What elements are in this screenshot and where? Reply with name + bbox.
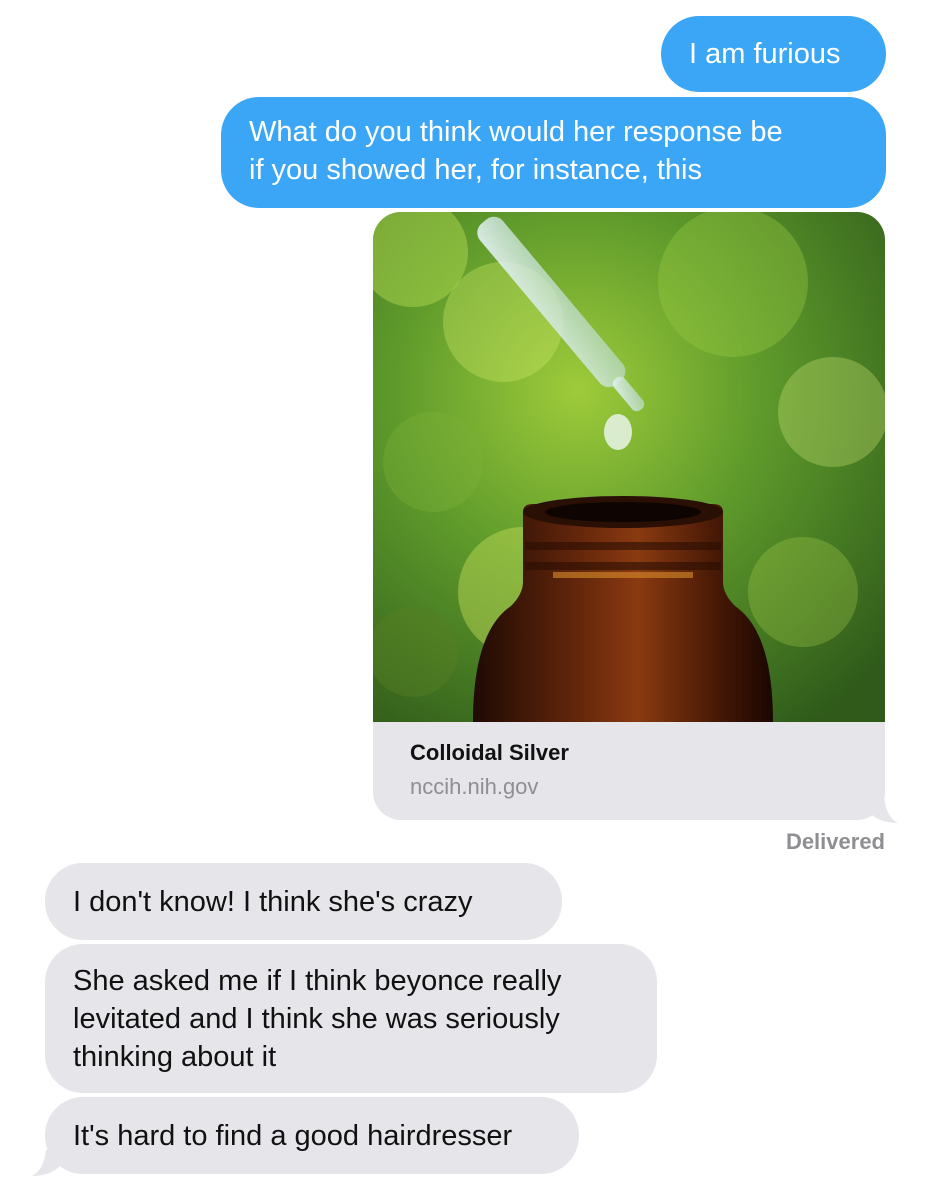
link-preview-domain: nccih.nih.gov — [410, 774, 539, 799]
received-message-bubble[interactable]: I don't know! I think she's crazy — [45, 863, 562, 940]
delivery-status: Delivered — [785, 829, 885, 854]
message-text-line: She asked me if I think beyonce really — [73, 965, 562, 997]
message-text-line: What do you think would her response be — [249, 116, 783, 148]
sent-message-bubble[interactable]: What do you think would her response be … — [221, 97, 886, 208]
link-preview-card[interactable]: Colloidal Silver nccih.nih.gov — [373, 212, 885, 820]
link-preview-image — [373, 212, 885, 722]
message-text: I don't know! I think she's crazy — [73, 886, 473, 918]
message-text: It's hard to find a good hairdresser — [73, 1120, 513, 1152]
link-preview-title: Colloidal Silver — [410, 740, 569, 765]
bubble-tail — [870, 797, 898, 823]
sent-message-bubble[interactable]: I am furious — [661, 16, 886, 92]
received-message-bubble[interactable]: She asked me if I think beyonce really l… — [45, 944, 657, 1093]
message-text-line: if you showed her, for instance, this — [249, 154, 702, 186]
message-text-line: thinking about it — [73, 1041, 277, 1073]
bubble-tail — [32, 1150, 60, 1176]
message-text: I am furious — [689, 38, 841, 70]
message-text-line: levitated and I think she was seriously — [73, 1003, 560, 1035]
received-message-bubble[interactable]: It's hard to find a good hairdresser — [45, 1097, 579, 1174]
